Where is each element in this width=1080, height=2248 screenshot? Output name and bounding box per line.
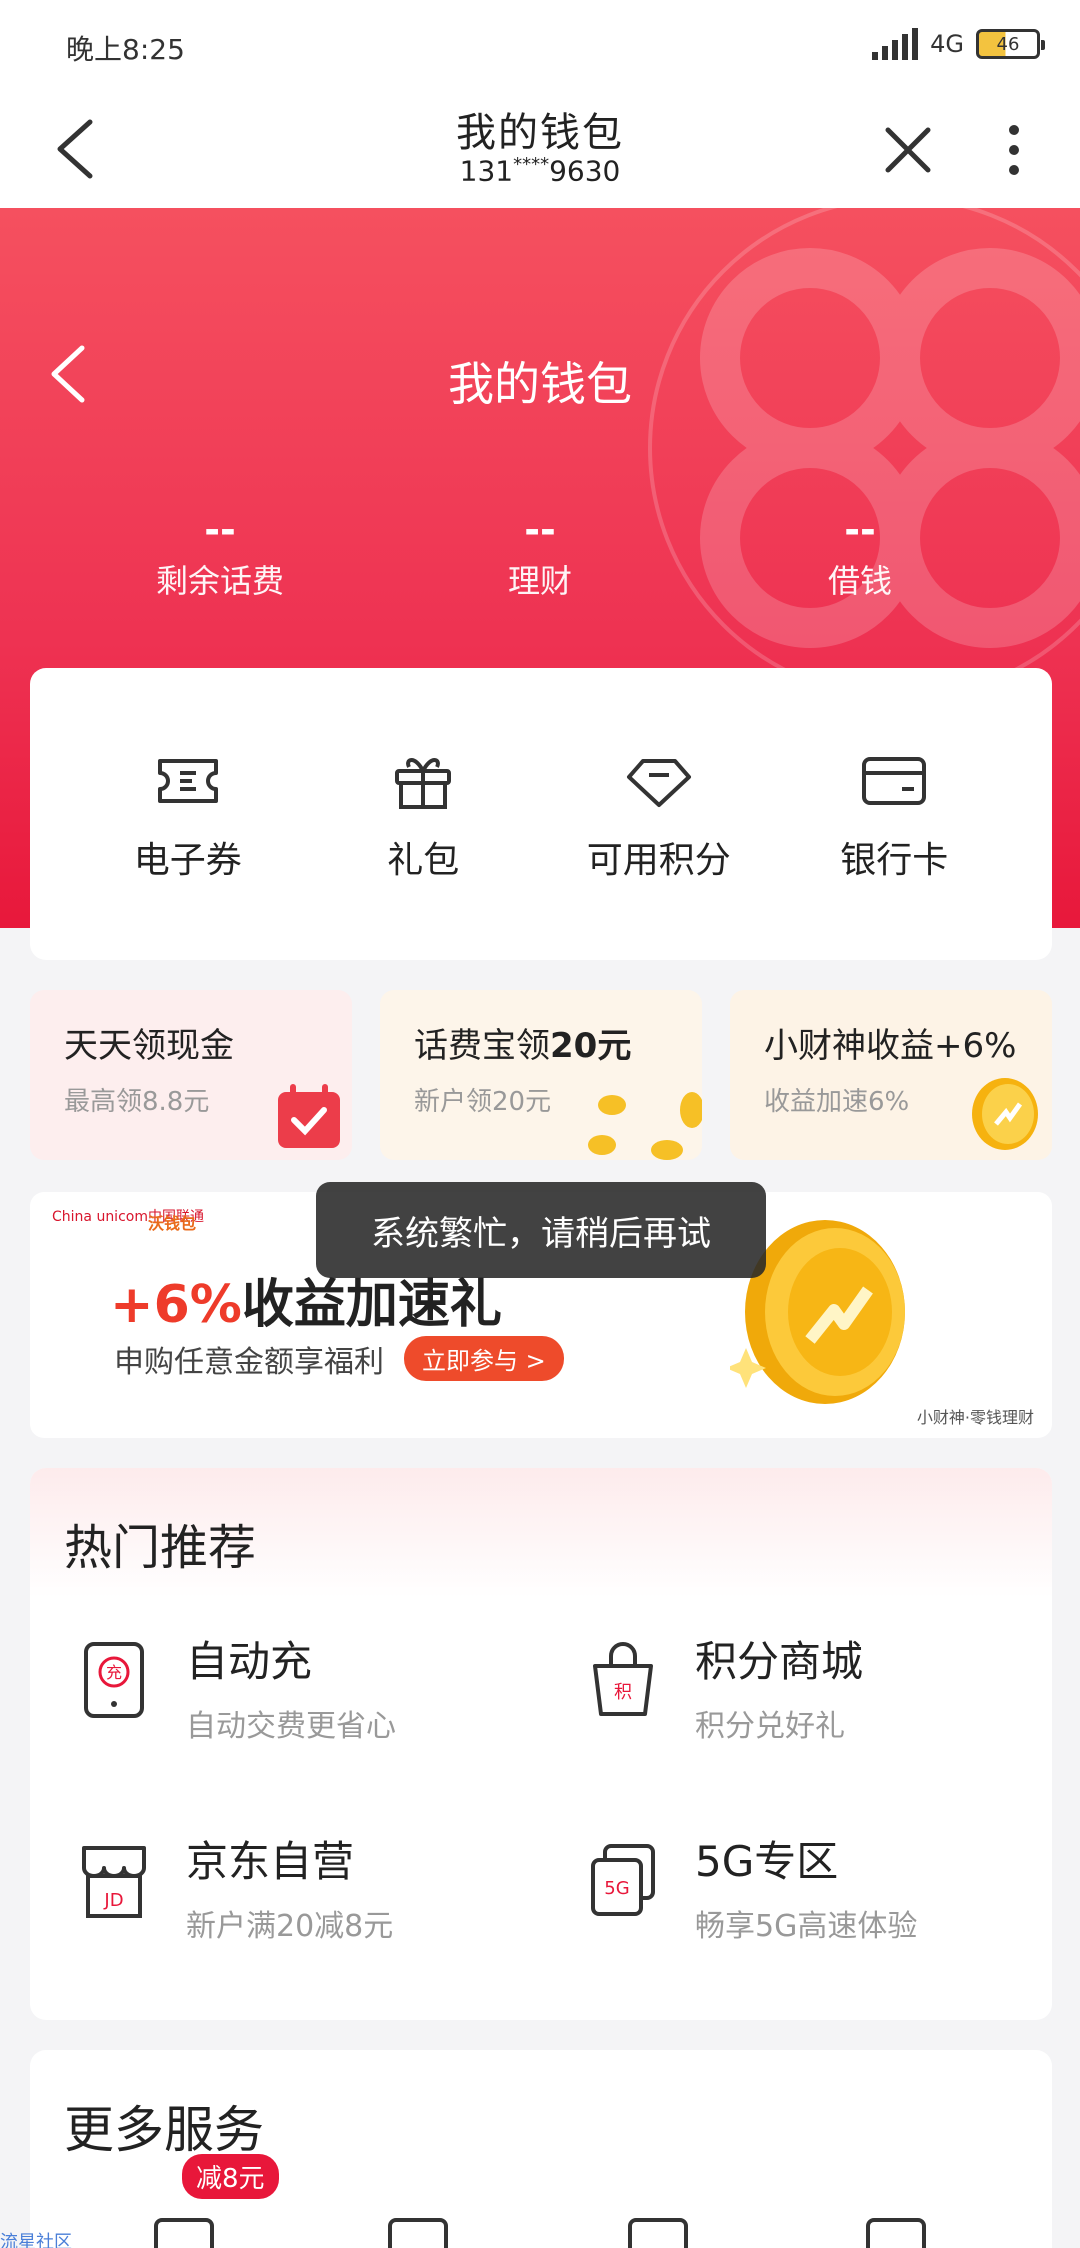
quick-label: 银行卡 — [840, 840, 949, 881]
battery-icon: 46 — [976, 29, 1045, 59]
item-desc: 积分兑好礼 — [695, 1709, 845, 1744]
stat-value: -- — [204, 508, 236, 552]
signal-icon — [872, 28, 919, 60]
gold-coins-icon — [588, 1092, 702, 1160]
status-time: 晚上8:25 — [66, 33, 185, 66]
quick-gift[interactable]: 礼包 — [323, 745, 523, 883]
wo-wallet-logo: 沃钱包 — [148, 1214, 197, 1233]
bank-card-icon — [862, 757, 927, 805]
hot-item-jd-store[interactable]: JD 京东自营新户满20减8元 — [30, 1828, 541, 1958]
svg-text:积: 积 — [614, 1682, 632, 1703]
network-type: 4G — [930, 30, 964, 58]
item-name: 自动充 — [186, 1637, 313, 1686]
promo-little-fortune[interactable]: 小财神收益+6% 收益加速6% — [730, 990, 1052, 1160]
unicom-logo-decoration — [648, 208, 1080, 700]
banner-description: 申购任意金额享福利 立即参与 > — [114, 1336, 564, 1381]
join-now-button[interactable]: 立即参与 > — [404, 1336, 564, 1381]
more-menu-icon[interactable] — [990, 120, 1038, 180]
service-card-icon[interactable] — [388, 2218, 448, 2248]
stat-value: -- — [844, 508, 876, 552]
stat-value: -- — [524, 508, 556, 552]
watermark: 流星社区 — [0, 2232, 72, 2248]
promo-bill-treasure[interactable]: 话费宝领20元 新户领20元 — [380, 990, 702, 1160]
item-desc: 畅享5G高速体验 — [695, 1909, 918, 1944]
status-bar: 晚上8:25 4G 46 — [0, 0, 1080, 90]
item-name: 京东自营 — [186, 1837, 355, 1886]
coupon-icon — [157, 759, 218, 803]
service-bill-icon[interactable] — [866, 2218, 926, 2248]
wallet-stats: -- 剩余话费 -- 理财 -- 借钱 — [0, 508, 1080, 602]
item-name: 积分商城 — [695, 1637, 864, 1686]
section-title: 更多服务 — [64, 2101, 264, 2159]
hot-item-5g-zone[interactable]: 5G 5G专区畅享5G高速体验 — [541, 1828, 1052, 1958]
hot-recommend-section: 热门推荐 充 自动充自动交费更省心 积 积分商城积分兑好礼 JD 京东自营新户满… — [30, 1468, 1052, 2020]
stat-finance[interactable]: -- 理财 — [440, 508, 640, 602]
gift-icon — [395, 758, 452, 809]
points-mall-icon: 积 — [593, 1642, 653, 1716]
service-yuan-icon[interactable] — [154, 2218, 214, 2248]
quick-coupon[interactable]: 电子券 — [88, 745, 288, 883]
stat-remaining-balance[interactable]: -- 剩余话费 — [120, 508, 320, 602]
item-desc: 自动交费更省心 — [186, 1709, 396, 1744]
stat-borrow[interactable]: -- 借钱 — [760, 508, 960, 602]
promo-cards: 天天领现金 最高领8.8元 话费宝领20元 新户领20元 小财神收益+6% 收益… — [30, 990, 1052, 1160]
jd-store-icon: JD — [82, 1846, 146, 1918]
svg-text:充: 充 — [106, 1663, 122, 1682]
quick-bank-card[interactable]: 银行卡 — [794, 745, 994, 883]
service-grid-icon[interactable] — [628, 2218, 688, 2248]
hot-grid: 充 自动充自动交费更省心 积 积分商城积分兑好礼 JD 京东自营新户满20减8元… — [30, 1628, 1052, 1958]
coin-icon — [972, 1078, 1038, 1150]
quick-label: 电子券 — [133, 840, 242, 881]
promo-title: 小财神收益+6% — [764, 1026, 1017, 1066]
stat-label: 理财 — [507, 562, 572, 600]
diamond-icon — [626, 759, 691, 807]
quick-label: 可用积分 — [586, 840, 731, 881]
svg-text:JD: JD — [103, 1890, 123, 1911]
system-busy-toast: 系统繁忙，请稍后再试 — [316, 1182, 766, 1278]
title-bar: 我的钱包 131****9630 — [0, 90, 1080, 208]
quick-label: 礼包 — [387, 840, 460, 881]
more-services-section: 更多服务 减8元 — [30, 2050, 1052, 2248]
status-icons: 4G 46 — [872, 28, 1045, 60]
promo-daily-cash[interactable]: 天天领现金 最高领8.8元 — [30, 990, 352, 1160]
svg-text:5G: 5G — [604, 1878, 629, 1899]
item-name: 5G专区 — [695, 1837, 839, 1886]
banner-brand: 小财神·零钱理财 — [916, 1408, 1034, 1427]
stat-label: 借钱 — [827, 562, 892, 600]
promo-title: 天天领现金 — [64, 1026, 234, 1066]
quick-actions: 电子券 礼包 可用积分 银行卡 — [30, 668, 1052, 960]
calendar-check-icon — [278, 1084, 340, 1148]
hot-item-points-mall[interactable]: 积 积分商城积分兑好礼 — [541, 1628, 1052, 1758]
quick-points[interactable]: 可用积分 — [559, 745, 759, 883]
section-title: 热门推荐 — [64, 1520, 257, 1576]
discount-badge: 减8元 — [182, 2154, 279, 2199]
battery-level: 46 — [996, 33, 1020, 55]
5g-zone-icon: 5G — [591, 1844, 655, 1916]
stat-label: 剩余话费 — [155, 562, 284, 600]
close-icon[interactable] — [878, 120, 938, 180]
hot-item-auto-recharge[interactable]: 充 自动充自动交费更省心 — [30, 1628, 541, 1758]
hero-title: 我的钱包 — [448, 357, 632, 411]
item-desc: 新户满20减8元 — [186, 1909, 394, 1944]
auto-recharge-icon: 充 — [84, 1642, 144, 1718]
